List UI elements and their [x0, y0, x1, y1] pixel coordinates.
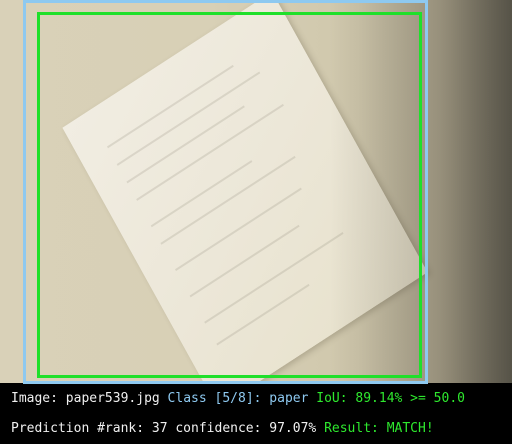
info-panel: Image: paper539.jpg Class [5/8]: paper I…: [0, 384, 512, 444]
info-row-prediction: Prediction #rank: 37 confidence: 97.07% …: [11, 421, 434, 437]
prediction-text: Prediction #rank: 37 confidence: 97.07%: [11, 421, 317, 436]
iou-text: IoU: 89.14% >= 50.0: [316, 391, 465, 406]
image-filename: paper539.jpg: [65, 391, 160, 406]
image-label: Image:: [11, 391, 58, 406]
class-label: Class [5/8]: paper: [167, 391, 309, 406]
prediction-box: [37, 12, 422, 378]
info-row-image: Image: paper539.jpg Class [5/8]: paper I…: [11, 391, 465, 407]
result-text: Result: MATCH!: [324, 421, 434, 436]
